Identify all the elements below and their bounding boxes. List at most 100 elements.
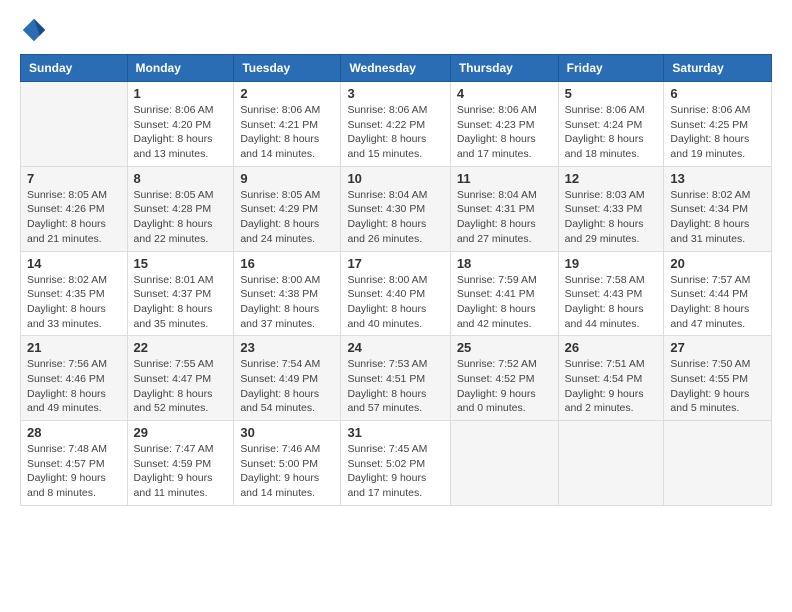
calendar-cell: 9 Sunrise: 8:05 AMSunset: 4:29 PMDaylight… <box>234 166 341 251</box>
day-number: 14 <box>27 256 121 271</box>
weekday-header: Sunday <box>21 55 128 82</box>
day-info: Sunrise: 8:05 AMSunset: 4:26 PMDaylight:… <box>27 188 121 247</box>
calendar-cell: 23 Sunrise: 7:54 AMSunset: 4:49 PMDayligh… <box>234 336 341 421</box>
day-info: Sunrise: 7:59 AMSunset: 4:41 PMDaylight:… <box>457 273 552 332</box>
day-number: 2 <box>240 86 334 101</box>
calendar-cell <box>664 421 772 506</box>
day-info: Sunrise: 7:46 AMSunset: 5:00 PMDaylight:… <box>240 442 334 501</box>
day-number: 31 <box>347 425 443 440</box>
calendar-cell: 6Sunrise: 8:06 AMSunset: 4:25 PMDaylight… <box>664 82 772 167</box>
calendar-week-row: 21 Sunrise: 7:56 AMSunset: 4:46 PMDayligh… <box>21 336 772 421</box>
day-number: 23 <box>240 340 334 355</box>
calendar-cell: 21 Sunrise: 7:56 AMSunset: 4:46 PMDayligh… <box>21 336 128 421</box>
day-info: Sunrise: 7:47 AMSunset: 4:59 PMDaylight:… <box>134 442 228 501</box>
day-number: 10 <box>347 171 443 186</box>
calendar-cell: 10 Sunrise: 8:04 AMSunset: 4:30 PMDayligh… <box>341 166 450 251</box>
weekday-header: Saturday <box>664 55 772 82</box>
day-number: 11 <box>457 171 552 186</box>
day-number: 28 <box>27 425 121 440</box>
calendar-cell: 4Sunrise: 8:06 AMSunset: 4:23 PMDaylight… <box>450 82 558 167</box>
calendar-cell: 5Sunrise: 8:06 AMSunset: 4:24 PMDaylight… <box>558 82 664 167</box>
day-info: Sunrise: 8:03 AMSunset: 4:33 PMDaylight:… <box>565 188 658 247</box>
day-number: 8 <box>134 171 228 186</box>
calendar-cell: 15Sunrise: 8:01 AMSunset: 4:37 PMDayligh… <box>127 251 234 336</box>
day-info: Sunrise: 7:51 AMSunset: 4:54 PMDaylight:… <box>565 357 658 416</box>
calendar-week-row: 14Sunrise: 8:02 AMSunset: 4:35 PMDayligh… <box>21 251 772 336</box>
calendar-cell: 14Sunrise: 8:02 AMSunset: 4:35 PMDayligh… <box>21 251 128 336</box>
day-info: Sunrise: 8:04 AMSunset: 4:30 PMDaylight:… <box>347 188 443 247</box>
logo <box>20 16 52 44</box>
calendar-week-row: 28 Sunrise: 7:48 AMSunset: 4:57 PMDayligh… <box>21 421 772 506</box>
day-info: Sunrise: 8:06 AMSunset: 4:21 PMDaylight:… <box>240 103 334 162</box>
day-number: 9 <box>240 171 334 186</box>
day-number: 1 <box>134 86 228 101</box>
day-info: Sunrise: 8:02 AMSunset: 4:34 PMDaylight:… <box>670 188 765 247</box>
day-info: Sunrise: 8:06 AMSunset: 4:24 PMDaylight:… <box>565 103 658 162</box>
day-number: 20 <box>670 256 765 271</box>
weekday-header: Tuesday <box>234 55 341 82</box>
day-number: 12 <box>565 171 658 186</box>
day-number: 3 <box>347 86 443 101</box>
day-number: 7 <box>27 171 121 186</box>
day-number: 15 <box>134 256 228 271</box>
day-number: 25 <box>457 340 552 355</box>
calendar-cell: 27Sunrise: 7:50 AMSunset: 4:55 PMDayligh… <box>664 336 772 421</box>
day-info: Sunrise: 8:06 AMSunset: 4:20 PMDaylight:… <box>134 103 228 162</box>
day-number: 22 <box>134 340 228 355</box>
calendar-cell: 30 Sunrise: 7:46 AMSunset: 5:00 PMDayligh… <box>234 421 341 506</box>
calendar-cell <box>21 82 128 167</box>
calendar-cell: 1 Sunrise: 8:06 AMSunset: 4:20 PMDaylight… <box>127 82 234 167</box>
weekday-header: Thursday <box>450 55 558 82</box>
calendar-cell: 11 Sunrise: 8:04 AMSunset: 4:31 PMDayligh… <box>450 166 558 251</box>
calendar-cell: 13 Sunrise: 8:02 AMSunset: 4:34 PMDayligh… <box>664 166 772 251</box>
day-info: Sunrise: 7:48 AMSunset: 4:57 PMDaylight:… <box>27 442 121 501</box>
day-info: Sunrise: 8:00 AMSunset: 4:40 PMDaylight:… <box>347 273 443 332</box>
calendar-cell: 2 Sunrise: 8:06 AMSunset: 4:21 PMDaylight… <box>234 82 341 167</box>
day-number: 29 <box>134 425 228 440</box>
day-info: Sunrise: 8:05 AMSunset: 4:28 PMDaylight:… <box>134 188 228 247</box>
calendar-cell <box>558 421 664 506</box>
day-number: 16 <box>240 256 334 271</box>
day-info: Sunrise: 7:54 AMSunset: 4:49 PMDaylight:… <box>240 357 334 416</box>
calendar-cell: 16Sunrise: 8:00 AMSunset: 4:38 PMDayligh… <box>234 251 341 336</box>
calendar-cell: 22 Sunrise: 7:55 AMSunset: 4:47 PMDayligh… <box>127 336 234 421</box>
day-info: Sunrise: 8:04 AMSunset: 4:31 PMDaylight:… <box>457 188 552 247</box>
day-info: Sunrise: 8:06 AMSunset: 4:22 PMDaylight:… <box>347 103 443 162</box>
day-number: 13 <box>670 171 765 186</box>
calendar-week-row: 1 Sunrise: 8:06 AMSunset: 4:20 PMDaylight… <box>21 82 772 167</box>
day-info: Sunrise: 7:53 AMSunset: 4:51 PMDaylight:… <box>347 357 443 416</box>
day-number: 27 <box>670 340 765 355</box>
day-number: 26 <box>565 340 658 355</box>
calendar-table: SundayMondayTuesdayWednesdayThursdayFrid… <box>20 54 772 506</box>
header <box>20 16 772 44</box>
day-number: 18 <box>457 256 552 271</box>
day-info: Sunrise: 7:52 AMSunset: 4:52 PMDaylight:… <box>457 357 552 416</box>
day-info: Sunrise: 7:55 AMSunset: 4:47 PMDaylight:… <box>134 357 228 416</box>
calendar-cell: 25 Sunrise: 7:52 AMSunset: 4:52 PMDayligh… <box>450 336 558 421</box>
page: SundayMondayTuesdayWednesdayThursdayFrid… <box>0 0 792 612</box>
day-info: Sunrise: 8:06 AMSunset: 4:23 PMDaylight:… <box>457 103 552 162</box>
weekday-header: Friday <box>558 55 664 82</box>
calendar-cell: 28 Sunrise: 7:48 AMSunset: 4:57 PMDayligh… <box>21 421 128 506</box>
day-number: 30 <box>240 425 334 440</box>
calendar-week-row: 7 Sunrise: 8:05 AMSunset: 4:26 PMDaylight… <box>21 166 772 251</box>
calendar-cell: 31 Sunrise: 7:45 AMSunset: 5:02 PMDayligh… <box>341 421 450 506</box>
day-number: 6 <box>670 86 765 101</box>
day-number: 19 <box>565 256 658 271</box>
day-number: 21 <box>27 340 121 355</box>
calendar-cell: 18 Sunrise: 7:59 AMSunset: 4:41 PMDayligh… <box>450 251 558 336</box>
calendar-cell: 26 Sunrise: 7:51 AMSunset: 4:54 PMDayligh… <box>558 336 664 421</box>
calendar-cell: 12 Sunrise: 8:03 AMSunset: 4:33 PMDayligh… <box>558 166 664 251</box>
logo-icon <box>20 16 48 44</box>
calendar-cell: 24Sunrise: 7:53 AMSunset: 4:51 PMDayligh… <box>341 336 450 421</box>
calendar-cell: 8 Sunrise: 8:05 AMSunset: 4:28 PMDaylight… <box>127 166 234 251</box>
day-info: Sunrise: 7:56 AMSunset: 4:46 PMDaylight:… <box>27 357 121 416</box>
calendar-cell: 20 Sunrise: 7:57 AMSunset: 4:44 PMDayligh… <box>664 251 772 336</box>
weekday-header: Monday <box>127 55 234 82</box>
weekday-header: Wednesday <box>341 55 450 82</box>
calendar-cell <box>450 421 558 506</box>
day-info: Sunrise: 7:45 AMSunset: 5:02 PMDaylight:… <box>347 442 443 501</box>
day-info: Sunrise: 8:05 AMSunset: 4:29 PMDaylight:… <box>240 188 334 247</box>
calendar-cell: 7 Sunrise: 8:05 AMSunset: 4:26 PMDaylight… <box>21 166 128 251</box>
day-info: Sunrise: 7:57 AMSunset: 4:44 PMDaylight:… <box>670 273 765 332</box>
